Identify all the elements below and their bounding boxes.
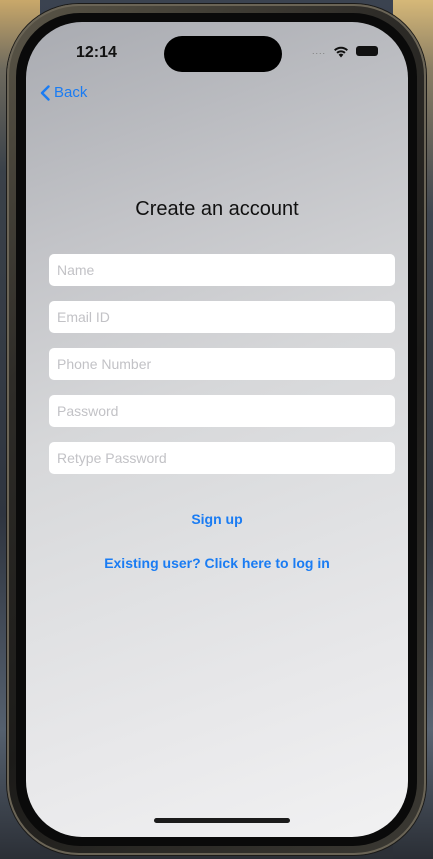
email-field[interactable]: [49, 301, 395, 333]
status-time: 12:14: [76, 44, 117, 61]
back-button[interactable]: Back: [40, 84, 87, 101]
retype-password-field[interactable]: [49, 442, 395, 474]
status-bar: 12:14 ....: [26, 22, 408, 76]
password-field[interactable]: [49, 395, 395, 427]
battery-icon: [356, 46, 378, 56]
phone-number-field[interactable]: [49, 348, 395, 380]
chevron-left-icon: [40, 84, 50, 101]
name-field[interactable]: [49, 254, 395, 286]
login-link[interactable]: Existing user? Click here to log in: [26, 555, 408, 571]
signal-icon: ....: [311, 46, 326, 56]
wifi-icon: [334, 46, 348, 58]
dynamic-island: [164, 36, 282, 72]
page-title: Create an account: [135, 198, 299, 220]
phone-screen: 12:14 .... Back Create an account Sign u…: [26, 22, 408, 837]
back-label: Back: [54, 84, 88, 101]
status-icons: ....: [312, 44, 378, 58]
home-indicator[interactable]: [154, 818, 290, 823]
sign-up-button[interactable]: Sign up: [26, 511, 408, 527]
